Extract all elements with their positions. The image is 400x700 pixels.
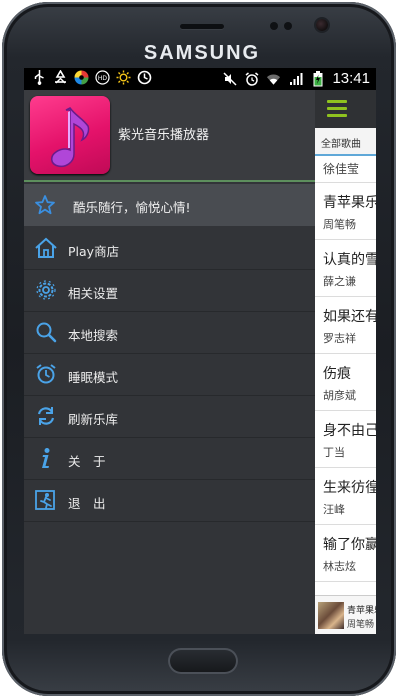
front-camera-icon (316, 19, 328, 31)
song-artist: 汪峰 (323, 503, 345, 516)
color-wheel-icon (74, 70, 89, 85)
song-item[interactable]: 徐佳莹 (315, 154, 376, 183)
player-artist: 周笔畅 (347, 620, 375, 630)
song-artist: 胡彦斌 (323, 389, 356, 402)
song-title: 生来彷徨 (323, 480, 376, 496)
svg-text:HD: HD (98, 75, 108, 82)
player-title: 青苹果乐园 (347, 606, 376, 616)
song-item[interactable]: 生来彷徨 汪峰 (315, 468, 376, 525)
menu-label: 本地搜索 (68, 328, 119, 343)
clock: 13:41 (332, 70, 370, 87)
drawer-header: 紫光音乐播放器 (24, 90, 315, 180)
song-item[interactable]: 如果还有明天 罗志祥 (315, 297, 376, 354)
song-item[interactable]: 身不由己 丁当 (315, 411, 376, 468)
song-title: 输了你赢了世界 (323, 537, 376, 553)
status-bar: HD 13:41 (24, 68, 376, 90)
song-artist: 丁当 (323, 446, 345, 459)
app-title: 紫光音乐播放器 (118, 128, 210, 143)
refresh-icon (34, 405, 58, 427)
motto-banner: 酷乐随行，愉悦心情! (24, 184, 315, 226)
song-title: 伤痕 (323, 366, 351, 382)
menu-label: 退 出 (68, 496, 106, 511)
battery-charging-icon (310, 70, 325, 86)
song-item[interactable]: 伤痕 胡彦斌 (315, 354, 376, 411)
device-brand: SAMSUNG (143, 42, 261, 64)
tab-all-songs[interactable]: 全部歌曲 (315, 128, 376, 156)
home-button[interactable] (168, 648, 238, 674)
menu-item-exit[interactable]: 退 出 (24, 479, 315, 522)
sun-icon (116, 70, 131, 85)
song-title: 认真的雪 (323, 252, 376, 268)
signal-icon (288, 71, 303, 86)
menu-item-about[interactable]: 关 于 (24, 437, 315, 480)
app-icon (30, 96, 110, 174)
album-cover (318, 602, 344, 629)
search-icon (34, 321, 58, 343)
menu-label: 刷新乐库 (68, 412, 119, 427)
house-icon (34, 237, 58, 259)
alarm-clock-icon (34, 363, 58, 385)
menu-item-sleep-mode[interactable]: 睡眠模式 (24, 353, 315, 396)
menu-item-refresh-library[interactable]: 刷新乐库 (24, 395, 315, 438)
menu-label: 睡眠模式 (68, 370, 119, 385)
proximity-sensor (270, 22, 278, 30)
song-artist: 林志炫 (323, 560, 356, 573)
menu-label: 相关设置 (68, 286, 119, 301)
info-icon (34, 447, 58, 469)
song-item[interactable]: 青苹果乐园 周笔畅 (315, 183, 376, 240)
song-item[interactable]: 输了你赢了世界 林志炫 (315, 525, 376, 582)
song-item[interactable]: 认真的雪 薛之谦 (315, 240, 376, 297)
motto-text: 酷乐随行，愉悦心情! (73, 200, 191, 215)
main-toolbar (315, 90, 376, 128)
wifi-icon (266, 71, 281, 86)
menu-label: 关 于 (68, 454, 106, 469)
tab-label: 全部歌曲 (321, 139, 361, 150)
navigation-drawer: 紫光音乐播放器 酷乐随行，愉悦心情! Play商店 相关设置 本地搜索 睡眠模式… (24, 90, 315, 634)
menu-label: Play商店 (68, 244, 120, 259)
song-list-panel: 全部歌曲 徐佳莹 青苹果乐园 周笔畅 认真的雪 薛之谦 如果还有明天 罗志祥 伤… (315, 90, 376, 634)
song-title: 身不由己 (323, 423, 376, 439)
recycle-icon (53, 70, 68, 85)
alarm-icon (244, 71, 259, 86)
usb-icon (32, 70, 47, 85)
menu-item-local-search[interactable]: 本地搜索 (24, 311, 315, 354)
gear-icon (34, 279, 58, 301)
light-sensor (284, 22, 292, 30)
menu-item-settings[interactable]: 相关设置 (24, 269, 315, 312)
star-icon (34, 194, 56, 220)
song-artist: 薛之谦 (323, 275, 356, 288)
exit-icon (34, 489, 58, 511)
menu-item-play-store[interactable]: Play商店 (24, 227, 315, 270)
song-artist: 周笔畅 (323, 218, 356, 231)
mute-icon (222, 71, 237, 86)
menu-toggle-icon[interactable] (327, 100, 347, 121)
screen: HD 13:41 紫光音乐播放器 酷乐随行，愉悦心情! Play商店 相关设置 … (24, 68, 376, 634)
header-divider (24, 180, 315, 182)
song-artist: 罗志祥 (323, 332, 356, 345)
song-artist: 徐佳莹 (323, 162, 360, 176)
sync-icon (137, 70, 152, 85)
earpiece (180, 24, 224, 29)
hd-icon: HD (95, 70, 110, 85)
mini-player[interactable]: 青苹果乐园 周笔畅 (315, 595, 376, 634)
song-title: 如果还有明天 (323, 309, 376, 325)
song-title: 青苹果乐园 (323, 195, 376, 211)
